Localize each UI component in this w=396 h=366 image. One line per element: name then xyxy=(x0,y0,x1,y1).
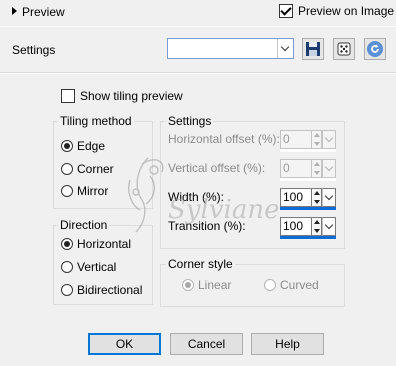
radio-indicator[interactable] xyxy=(61,185,73,197)
help-button[interactable]: Help xyxy=(251,333,324,355)
preview-toggle[interactable]: Preview xyxy=(12,5,65,21)
save-icon xyxy=(306,42,320,56)
checkbox-box[interactable] xyxy=(279,4,293,18)
save-preset-button[interactable] xyxy=(302,38,324,60)
signature-watermark: Sylviane xyxy=(128,157,279,233)
direction-bidirectional-radio[interactable]: Bidirectional xyxy=(61,282,142,298)
spin-up-down-icon[interactable] xyxy=(312,188,322,207)
settings-label: Settings xyxy=(12,43,56,57)
preview-on-image-label: Preview on Image xyxy=(298,4,395,18)
radio-indicator[interactable] xyxy=(264,279,276,291)
show-tiling-preview-checkbox[interactable]: Show tiling preview xyxy=(61,89,183,103)
expand-triangle-icon xyxy=(12,7,17,15)
level-dropdown-button[interactable] xyxy=(322,159,336,178)
reset-icon xyxy=(367,41,383,57)
preview-on-image-checkbox[interactable]: Preview on Image xyxy=(279,4,394,22)
preset-dropdown-button[interactable] xyxy=(277,39,293,58)
watermark-text: Sylviane xyxy=(168,195,279,225)
ok-button[interactable]: OK xyxy=(88,333,161,355)
checkbox-box[interactable] xyxy=(61,89,75,103)
corner-curved-label: Curved xyxy=(280,278,319,292)
radio-indicator[interactable] xyxy=(61,284,73,296)
random-button[interactable] xyxy=(333,38,355,60)
spin-up-down-icon[interactable] xyxy=(312,217,322,236)
chevron-down-icon xyxy=(324,133,334,143)
preset-combo[interactable] xyxy=(167,38,294,59)
chevron-down-icon xyxy=(280,42,290,52)
corner-linear-label: Linear xyxy=(198,278,232,292)
level-dropdown-button[interactable] xyxy=(322,130,336,149)
radio-indicator[interactable] xyxy=(61,163,73,175)
spin-up-down-icon[interactable] xyxy=(312,159,322,178)
radio-indicator[interactable] xyxy=(61,238,73,250)
spin-up-down-icon[interactable] xyxy=(312,130,322,149)
radio-indicator[interactable] xyxy=(61,140,73,152)
settings-group-title: Settings xyxy=(166,114,214,128)
dice-icon xyxy=(337,42,351,56)
level-dropdown-button[interactable] xyxy=(322,188,336,207)
tiling-method-title: Tiling method xyxy=(58,114,134,128)
chevron-down-icon xyxy=(324,220,334,230)
show-tiling-preview-label: Show tiling preview xyxy=(80,89,183,103)
radio-indicator[interactable] xyxy=(61,261,73,273)
separator xyxy=(0,72,396,74)
reset-button[interactable] xyxy=(364,38,386,60)
chevron-down-icon xyxy=(324,191,334,201)
preview-toggle-label: Preview xyxy=(22,5,65,19)
cancel-button[interactable]: Cancel xyxy=(170,333,243,355)
chevron-down-icon xyxy=(324,162,334,172)
level-dropdown-button[interactable] xyxy=(322,217,336,236)
direction-bidirectional-label: Bidirectional xyxy=(77,283,143,297)
radio-indicator[interactable] xyxy=(182,279,194,291)
